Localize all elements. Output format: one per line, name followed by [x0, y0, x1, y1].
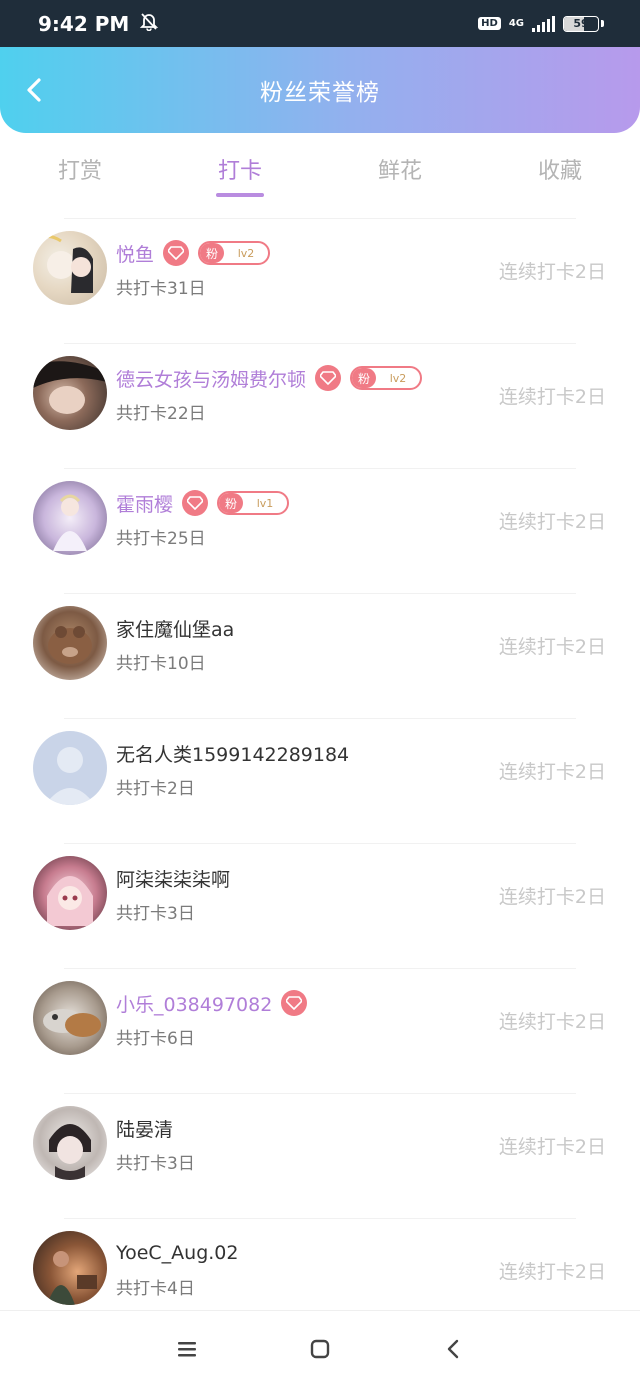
username: YoeC_Aug.02 [116, 1242, 239, 1264]
streak-text: 连续打卡2日 [498, 511, 606, 533]
diamond-icon [182, 490, 209, 516]
streak-text: 连续打卡2日 [498, 261, 606, 283]
streak-text: 连续打卡2日 [498, 1261, 606, 1283]
streak-text: 连续打卡2日 [498, 761, 606, 783]
streak-text: 连续打卡2日 [498, 1011, 606, 1033]
tab-label: 收藏 [537, 159, 582, 184]
fan-level: lv2 [237, 246, 255, 260]
tab-active-indicator [216, 193, 264, 197]
fan-label: 粉 [352, 368, 377, 388]
fan-level-badge: 粉 lv2 [350, 366, 423, 390]
avatar[interactable] [33, 981, 107, 1055]
back-button[interactable] [20, 75, 48, 105]
tab-label: 打赏 [57, 159, 102, 184]
total-checkins: 共打卡31日 [116, 279, 206, 299]
status-right: HD 4G 59 [478, 15, 604, 32]
home-square-icon [310, 1339, 330, 1359]
total-checkins: 共打卡22日 [116, 404, 206, 424]
menu-icon [177, 1342, 196, 1357]
avatar[interactable] [33, 606, 107, 680]
status-bar: 9:42 PM HD 4G 59 [0, 0, 640, 47]
hd-badge: HD [478, 17, 501, 30]
tab-label: 鲜花 [377, 159, 422, 184]
tab-label: 打卡 [217, 159, 262, 184]
battery-tip [601, 20, 604, 27]
mute-bell-icon [139, 11, 159, 36]
status-time: 9:42 PM [38, 11, 130, 36]
page-header: 粉丝荣誉榜 [0, 47, 640, 133]
fan-level: lv2 [389, 371, 407, 385]
home-button[interactable] [300, 1329, 340, 1369]
fan-level: lv1 [256, 496, 274, 510]
list-item[interactable]: 小乐_038497082 共打卡6日 连续打卡2日 [33, 968, 606, 1093]
diamond-icon [163, 240, 190, 266]
avatar[interactable] [33, 1231, 107, 1305]
page-title: 粉丝荣誉榜 [260, 80, 380, 106]
total-checkins: 共打卡2日 [116, 779, 195, 799]
list-item[interactable]: 德云女孩与汤姆费尔顿 粉 lv2 共打卡22日 连续打卡2日 [33, 343, 606, 468]
username: 小乐_038497082 [116, 993, 273, 1016]
avatar[interactable] [33, 231, 107, 305]
fan-label: 粉 [200, 243, 225, 263]
avatar[interactable] [33, 856, 107, 930]
username: 德云女孩与汤姆费尔顿 [116, 368, 307, 391]
total-checkins: 共打卡4日 [116, 1279, 195, 1299]
list-item[interactable]: 阿柒柒柒柒啊 共打卡3日 连续打卡2日 [33, 843, 606, 968]
list-item[interactable]: 霍雨樱 粉 lv1 共打卡25日 连续打卡2日 [33, 468, 606, 593]
battery-level: 59 [573, 17, 589, 30]
fan-level-badge: 粉 lv1 [217, 491, 290, 515]
avatar[interactable] [33, 731, 107, 805]
fan-label: 粉 [219, 493, 244, 513]
total-checkins: 共打卡3日 [116, 1154, 195, 1174]
battery-icon: 59 [563, 15, 599, 32]
username: 阿柒柒柒柒啊 [116, 868, 231, 891]
tab-checkin[interactable]: 打卡 [160, 133, 320, 219]
status-left: 9:42 PM [38, 11, 159, 36]
avatar[interactable] [33, 481, 107, 555]
username: 陆晏清 [116, 1118, 174, 1141]
chevron-left-icon [27, 78, 41, 102]
back-arrow-icon [448, 1339, 459, 1359]
streak-text: 连续打卡2日 [498, 886, 606, 908]
streak-text: 连续打卡2日 [498, 636, 606, 658]
tab-bar: 打赏 打卡 鲜花 收藏 [0, 133, 640, 219]
username: 无名人类1599142289184 [116, 743, 350, 766]
tab-favorites[interactable]: 收藏 [480, 133, 640, 219]
diamond-icon [281, 990, 308, 1016]
avatar[interactable] [33, 1106, 107, 1180]
total-checkins: 共打卡3日 [116, 904, 195, 924]
fan-list: 悦鱼 粉 lv2 共打卡31日 连续打卡2日 德云女孩与汤姆费尔顿 粉 lv2 … [0, 218, 640, 1343]
list-item[interactable]: 无名人类1599142289184 共打卡2日 连续打卡2日 [33, 718, 606, 843]
total-checkins: 共打卡6日 [116, 1029, 195, 1049]
tab-reward[interactable]: 打赏 [0, 133, 160, 219]
list-item[interactable]: 陆晏清 共打卡3日 连续打卡2日 [33, 1093, 606, 1218]
system-nav-bar [0, 1310, 640, 1387]
system-back-button[interactable] [433, 1329, 473, 1369]
diamond-icon [315, 365, 342, 391]
total-checkins: 共打卡10日 [116, 654, 206, 674]
username: 悦鱼 [116, 243, 155, 266]
avatar[interactable] [33, 356, 107, 430]
list-item[interactable]: 家住魔仙堡aa 共打卡10日 连续打卡2日 [33, 593, 606, 718]
menu-button[interactable] [167, 1329, 207, 1369]
streak-text: 连续打卡2日 [498, 1136, 606, 1158]
signal-icon [532, 15, 555, 32]
fan-level-badge: 粉 lv2 [198, 241, 271, 265]
username: 家住魔仙堡aa [116, 618, 235, 641]
username: 霍雨樱 [116, 493, 174, 516]
total-checkins: 共打卡25日 [116, 529, 206, 549]
streak-text: 连续打卡2日 [498, 386, 606, 408]
tab-flowers[interactable]: 鲜花 [320, 133, 480, 219]
list-item[interactable]: 悦鱼 粉 lv2 共打卡31日 连续打卡2日 [33, 218, 606, 343]
default-avatar-icon [45, 747, 95, 805]
network-label: 4G [508, 18, 524, 29]
